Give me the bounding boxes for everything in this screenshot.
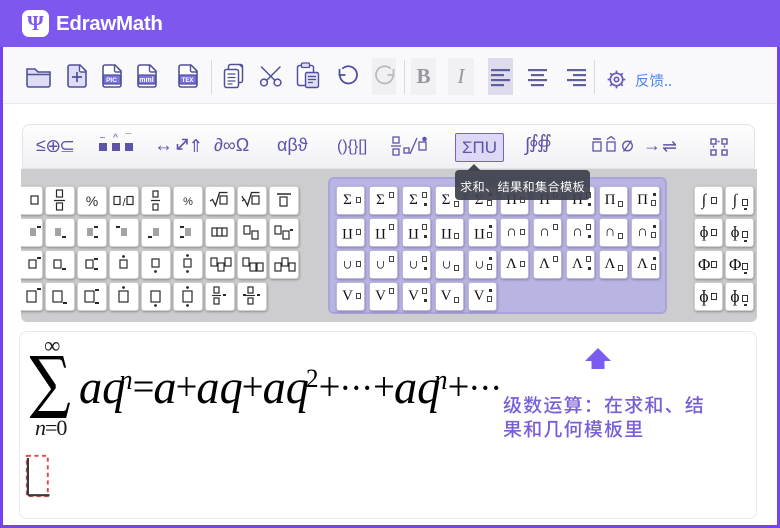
svg-text:mml: mml <box>139 77 153 84</box>
svg-text:%: % <box>86 193 98 209</box>
svg-text:/: / <box>122 197 126 209</box>
svg-text:PIC: PIC <box>106 77 117 84</box>
svg-text:%: % <box>183 196 193 208</box>
svg-text:TEX: TEX <box>182 78 194 84</box>
